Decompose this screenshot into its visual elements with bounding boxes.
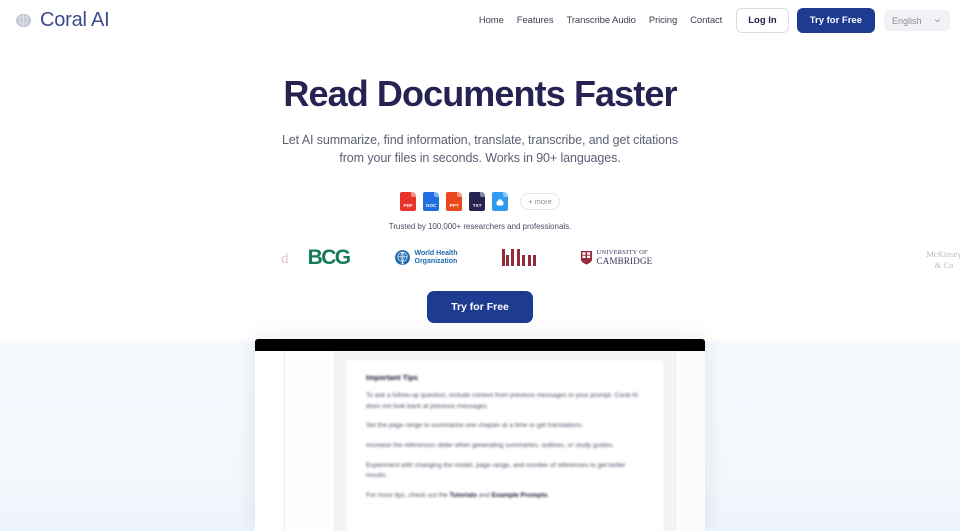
nav-link-transcribe-audio[interactable]: Transcribe Audio	[566, 15, 635, 26]
cambridge-line-2: CAMBRIDGE	[596, 255, 653, 266]
more-filetypes-button[interactable]: + more	[520, 192, 560, 210]
txt-file-icon: TXT	[469, 191, 486, 211]
background-right	[705, 341, 960, 531]
landing-page: Coral AI Home Features Transcribe Audio …	[0, 0, 960, 531]
preview-right-panel[interactable]	[675, 351, 705, 531]
ppt-file-icon: PPT	[446, 191, 463, 211]
try-for-free-hero-button[interactable]: Try for Free	[427, 290, 533, 323]
nav-link-pricing[interactable]: Pricing	[649, 15, 677, 26]
preview-doc-heading: Important Tips	[366, 373, 418, 382]
who-line-2: Organization	[414, 257, 458, 265]
preview-thumbnail-panel[interactable]	[285, 351, 335, 531]
last-line-mid: and	[476, 492, 492, 500]
nav-links: Home Features Transcribe Audio Pricing C…	[479, 15, 722, 26]
preview-doc-paragraph-2: Set the page range to summarize one chap…	[366, 422, 584, 430]
example-prompts-link[interactable]: Example Prompts	[492, 492, 548, 499]
hero-subtitle: Let AI summarize, find information, tran…	[281, 133, 679, 166]
logo-bcg: BCG	[307, 245, 351, 270]
page-title: Read Documents Faster	[283, 73, 677, 114]
preview-body: Important Tips To ask a follow-up questi…	[255, 351, 705, 531]
who-text: World Health Organization	[415, 250, 458, 267]
preview-doc-paragraph-4: Experiment with changing the model, page…	[366, 461, 626, 480]
logo-cambridge: UNIVERSITY OF CAMBRIDGE	[580, 249, 653, 266]
hero-cta-wrap: Try for Free	[0, 290, 960, 323]
logo-bcg-text: BCG	[307, 245, 351, 269]
login-button[interactable]: Log In	[736, 8, 789, 33]
language-value: English	[892, 15, 922, 26]
product-preview[interactable]: Important Tips To ask a follow-up questi…	[255, 339, 705, 531]
pdf-label: PDF	[403, 203, 413, 209]
nav-right-group: Home Features Transcribe Audio Pricing C…	[479, 8, 950, 33]
navbar: Coral AI Home Features Transcribe Audio …	[0, 0, 960, 41]
logo-mit: MIT	[501, 249, 536, 267]
logo-mckinsey: McKinsey & Co	[918, 249, 960, 270]
preview-document-page: Important Tips To ask a follow-up questi…	[346, 360, 664, 531]
preview-doc-last-line: For more tips, check out the Tutorials a…	[366, 491, 644, 502]
cambridge-text: UNIVERSITY OF CAMBRIDGE	[596, 249, 653, 266]
who-line-1: World Health	[414, 249, 458, 257]
preview-document-viewport[interactable]: Important Tips To ask a follow-up questi…	[335, 351, 675, 531]
background-left	[0, 341, 255, 531]
brain-icon	[16, 13, 31, 28]
logo-partial-left: d	[281, 250, 289, 267]
scan-glyph-icon	[496, 199, 504, 206]
txt-label: TXT	[472, 203, 482, 209]
try-for-free-nav-button[interactable]: Try for Free	[796, 8, 875, 33]
brand-logo[interactable]: Coral AI	[14, 9, 110, 32]
logo-who: World Health Organization	[394, 249, 458, 266]
preview-left-rail[interactable]	[255, 351, 285, 531]
pdf-file-icon: PDF	[400, 191, 417, 211]
mckinsey-line-2: & Co	[934, 259, 954, 270]
mckinsey-line-1: McKinsey	[926, 248, 960, 259]
who-globe-icon	[394, 250, 410, 266]
scan-file-icon	[492, 191, 509, 211]
doc-label: DOC	[425, 203, 437, 209]
chevron-down-icon	[934, 19, 941, 23]
trusted-by-text: Trusted by 100,000+ researchers and prof…	[388, 221, 572, 231]
customer-logos: d BCG World Health Organization UNIVERSI…	[0, 238, 960, 278]
language-selector[interactable]: English	[884, 10, 950, 31]
nav-link-features[interactable]: Features	[517, 15, 554, 26]
hero-section: Read Documents Faster Let AI summarize, …	[0, 41, 960, 323]
preview-doc-paragraph-1: To ask a follow-up question, include con…	[366, 392, 638, 410]
doc-file-icon: DOC	[423, 191, 440, 211]
tutorials-link[interactable]: Tutorials	[450, 492, 477, 499]
last-line-suffix: .	[547, 492, 550, 500]
brand-name: Coral AI	[40, 9, 110, 31]
preview-title-bar	[255, 339, 705, 351]
preview-doc-paragraph-3: Increase the references slider when gene…	[366, 442, 615, 450]
nav-link-home[interactable]: Home	[479, 15, 504, 26]
nav-link-contact[interactable]: Contact	[690, 15, 722, 26]
last-line-prefix: For more tips, check out the	[366, 492, 450, 500]
cambridge-shield-icon	[580, 251, 592, 265]
ppt-label: PPT	[449, 203, 459, 209]
supported-filetypes: PDF DOC PPT TXT + more	[0, 191, 960, 211]
